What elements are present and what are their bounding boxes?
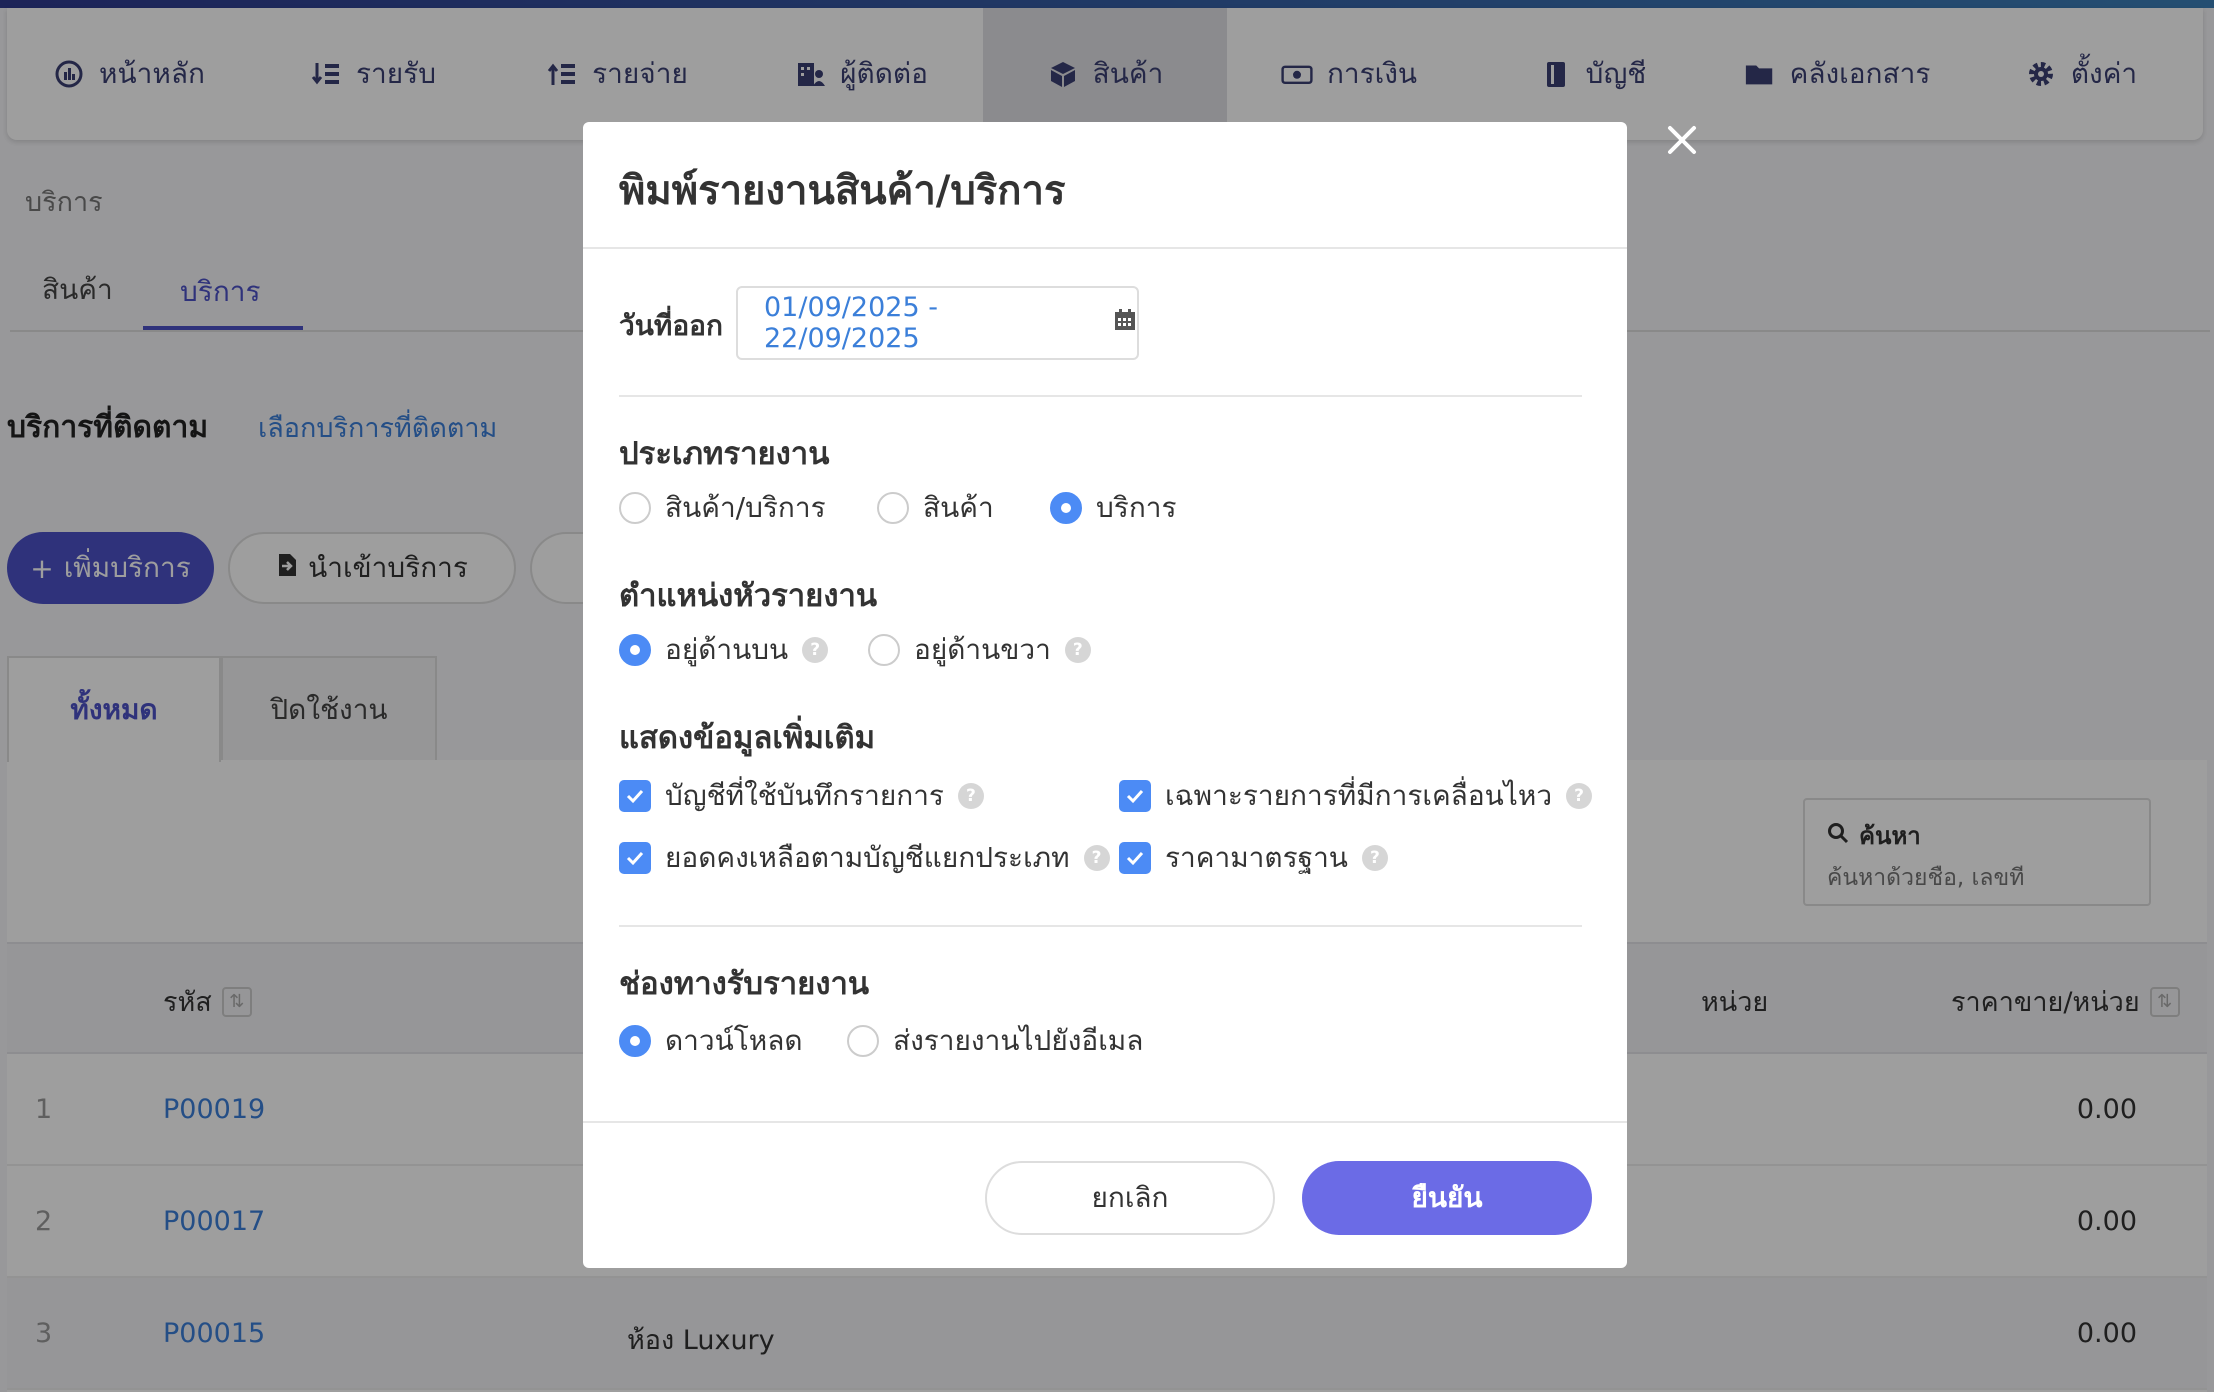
checkbox-checked-icon[interactable] [1119, 780, 1151, 812]
radio-button-selected[interactable] [619, 1025, 651, 1057]
extra-info-title: แสดงข้อมูลเพิ่มเติม [619, 720, 876, 756]
radio-button-selected[interactable] [619, 634, 651, 666]
delivery-download[interactable]: ดาวน์โหลด [619, 1019, 803, 1063]
issue-date-label: วันที่ออก [619, 309, 723, 342]
report-type-title: ประเภทรายงาน [619, 436, 830, 472]
report-type-option-product[interactable]: สินค้า [877, 486, 994, 530]
date-range-picker[interactable]: 01/09/2025 - 22/09/2025 [736, 286, 1139, 360]
radio-button[interactable] [877, 492, 909, 524]
help-icon[interactable]: ? [1083, 845, 1110, 871]
option-label: บัญชีที่ใช้บันทึกรายการ [665, 779, 944, 812]
divider [583, 1121, 1627, 1123]
option-label: อยู่ด้านบน [665, 633, 789, 666]
option-label: สินค้า/บริการ [665, 491, 826, 524]
help-icon[interactable]: ? [957, 783, 984, 809]
confirm-button[interactable]: ยืนยัน [1302, 1161, 1592, 1235]
checkbox-checked-icon[interactable] [619, 842, 651, 874]
option-label: ส่งรายงานไปยังอีเมล [893, 1024, 1144, 1057]
option-label: อยู่ด้านขวา [914, 633, 1051, 666]
divider [619, 925, 1582, 927]
checkbox-standard-price[interactable]: ราคามาตรฐาน ? [1119, 836, 1388, 880]
header-position-title: ตำแหน่งหัวรายงาน [619, 578, 878, 614]
help-icon[interactable]: ? [802, 637, 829, 663]
help-icon[interactable]: ? [1566, 783, 1593, 809]
divider [619, 395, 1582, 397]
checkbox-recording-account[interactable]: บัญชีที่ใช้บันทึกรายการ ? [619, 774, 984, 818]
option-label: บริการ [1096, 491, 1177, 524]
checkbox-checked-icon[interactable] [619, 780, 651, 812]
delivery-email[interactable]: ส่งรายงานไปยังอีเมล [847, 1019, 1143, 1063]
delivery-channel-title: ช่องทางรับรายงาน [619, 966, 870, 1002]
radio-button-selected[interactable] [1050, 492, 1082, 524]
radio-button[interactable] [619, 492, 651, 524]
header-position-top[interactable]: อยู่ด้านบน ? [619, 628, 829, 672]
cancel-button[interactable]: ยกเลิก [985, 1161, 1275, 1235]
print-report-modal: พิมพ์รายงานสินค้า/บริการ วันที่ออก 01/09… [583, 122, 1627, 1268]
option-label: ราคามาตรฐาน [1165, 841, 1348, 874]
help-icon[interactable]: ? [1361, 845, 1388, 871]
report-type-option-service[interactable]: บริการ [1050, 486, 1177, 530]
option-label: สินค้า [923, 491, 994, 524]
calendar-icon [1113, 308, 1137, 339]
checkbox-moving-items-only[interactable]: เฉพาะรายการที่มีการเคลื่อนไหว ? [1119, 774, 1593, 818]
modal-title: พิมพ์รายงานสินค้า/บริการ [619, 168, 1066, 214]
radio-button[interactable] [868, 634, 900, 666]
checkbox-ledger-balance[interactable]: ยอดคงเหลือตามบัญชีแยกประเภท ? [619, 836, 1110, 880]
option-label: ยอดคงเหลือตามบัญชีแยกประเภท [665, 841, 1070, 874]
report-type-option-all[interactable]: สินค้า/บริการ [619, 486, 826, 530]
radio-button[interactable] [847, 1025, 879, 1057]
option-label: เฉพาะรายการที่มีการเคลื่อนไหว [1165, 779, 1553, 812]
option-label: ดาวน์โหลด [665, 1024, 803, 1057]
help-icon[interactable]: ? [1064, 637, 1091, 663]
divider [583, 247, 1627, 249]
close-icon[interactable] [1662, 120, 1702, 160]
header-position-right[interactable]: อยู่ด้านขวา ? [868, 628, 1091, 672]
date-range-value: 01/09/2025 - 22/09/2025 [764, 292, 938, 354]
checkbox-checked-icon[interactable] [1119, 842, 1151, 874]
